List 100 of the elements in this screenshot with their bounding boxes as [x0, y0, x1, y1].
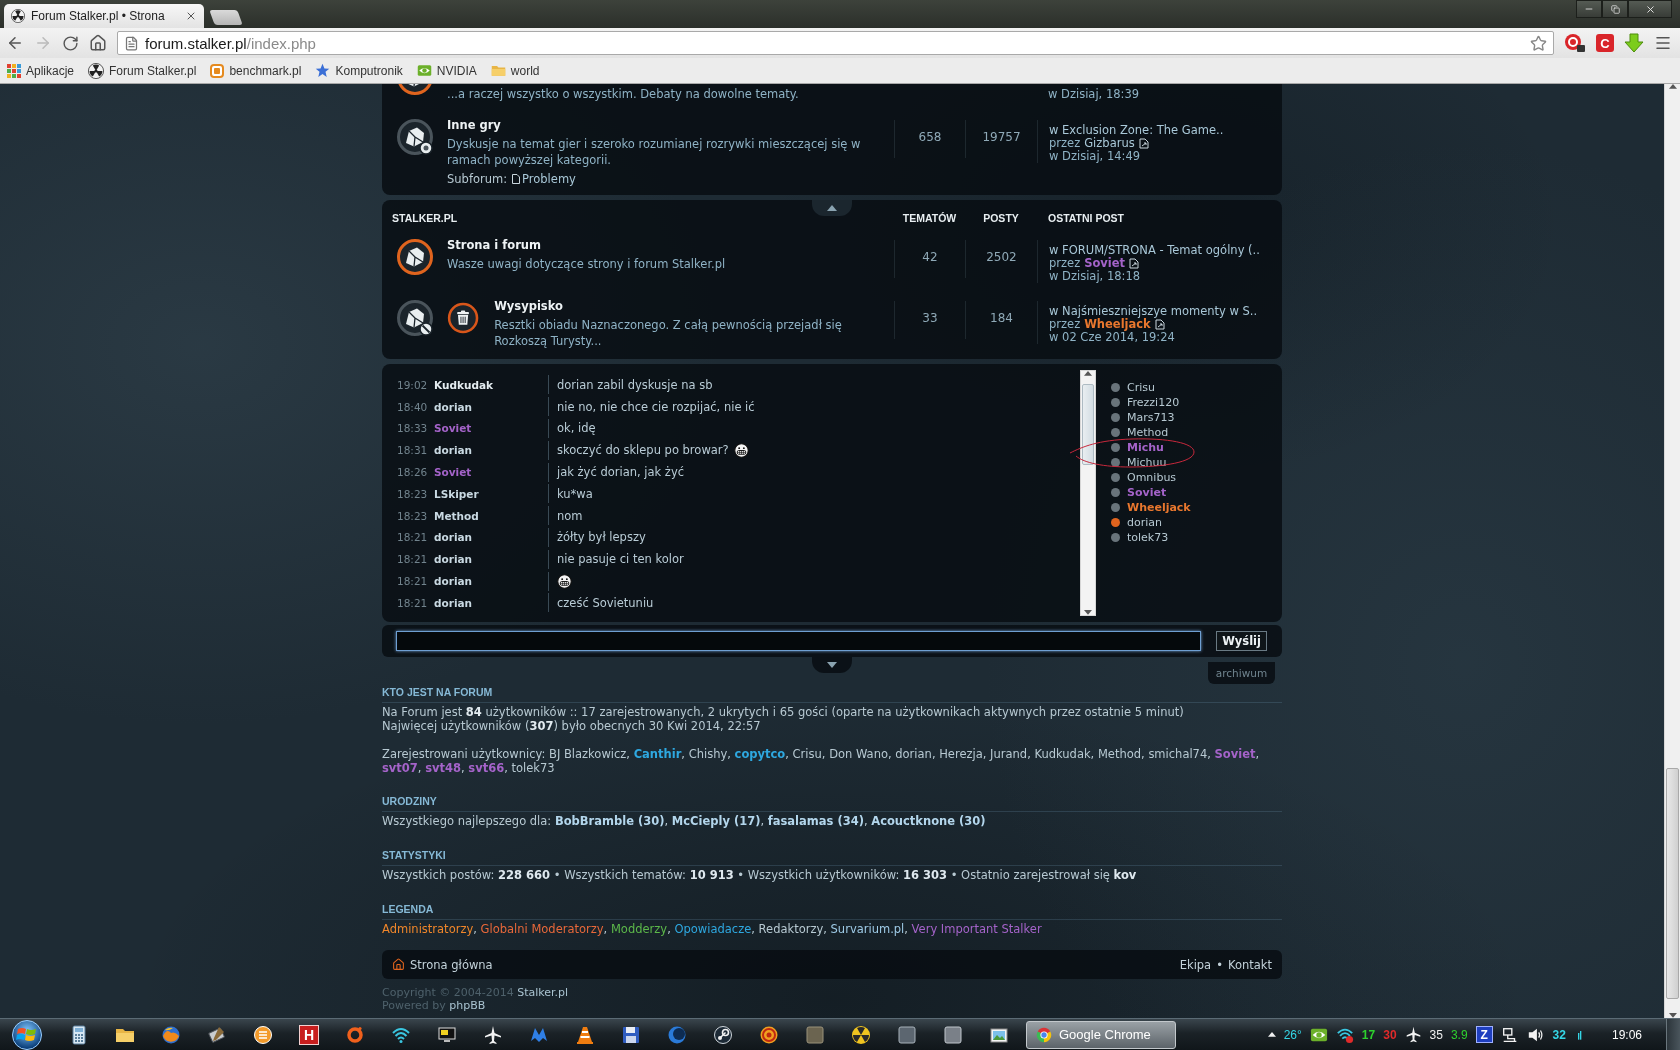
group-link[interactable]: Modderzy — [610, 922, 668, 936]
game-tile-icon[interactable] — [805, 1024, 825, 1045]
group-link[interactable]: Globalni Moderatorzy — [480, 922, 604, 936]
airplane-icon[interactable] — [1404, 1026, 1422, 1043]
extension-button[interactable]: C — [1596, 34, 1614, 52]
user-link[interactable]: svt07 — [382, 761, 418, 775]
author-link[interactable]: Gizbarus — [1084, 137, 1135, 150]
forum-title[interactable]: Inne gry — [447, 118, 501, 133]
concentric-circles-icon[interactable] — [759, 1024, 779, 1045]
message-author[interactable]: dorian — [434, 531, 473, 544]
online-user[interactable]: tolek73 — [1127, 531, 1169, 544]
linked-circles-icon[interactable] — [713, 1024, 733, 1045]
bookmark-link[interactable]: world — [490, 63, 540, 78]
message-author[interactable]: dorian — [434, 400, 473, 413]
last-post-topic[interactable]: w Najśmieszniejszye momenty w S.. — [1049, 305, 1258, 318]
bookmark-link[interactable]: benchmark.pl — [210, 63, 302, 78]
bookmark-link[interactable]: Forum Stalker.pl — [88, 62, 197, 79]
last-post-topic[interactable]: w FORUM/STRONA - Temat ogólny (.. — [1049, 244, 1260, 257]
forum-title[interactable]: Strona i forum — [447, 238, 541, 253]
message-author[interactable]: dorian — [434, 553, 473, 566]
star-icon[interactable] — [1530, 34, 1547, 52]
back-icon[interactable] — [6, 34, 24, 52]
down-arrow-icon[interactable] — [1624, 33, 1644, 53]
monitor-icon[interactable] — [437, 1024, 457, 1045]
show-desktop-button[interactable] — [1666, 1019, 1680, 1050]
home-link[interactable]: Strona główna — [392, 957, 493, 972]
ring-icon[interactable] — [345, 1024, 365, 1045]
site-link[interactable]: Stalker.pl — [517, 986, 569, 999]
forum-title[interactable]: Wysypisko — [494, 299, 563, 314]
globe-icon[interactable] — [161, 1024, 181, 1045]
online-user[interactable]: Wheeljack — [1127, 501, 1191, 514]
user-link[interactable]: Herezja — [939, 747, 983, 761]
page-arrow-icon[interactable] — [1129, 258, 1140, 269]
user-link[interactable]: Method — [1097, 747, 1142, 761]
group-link[interactable]: Redaktorzy — [758, 922, 824, 936]
close-icon[interactable] — [185, 10, 197, 22]
last-post-topic[interactable]: w Exclusion Zone: The Game.. — [1049, 124, 1224, 137]
user-link[interactable]: tolek73 — [511, 761, 555, 775]
subforum-link[interactable]: Problemy — [512, 171, 576, 187]
crescent-icon[interactable] — [667, 1024, 687, 1045]
restore-button[interactable] — [1602, 0, 1628, 18]
online-user[interactable]: Mars713 — [1127, 411, 1175, 424]
circle-badge-icon[interactable] — [1564, 33, 1586, 53]
online-user[interactable]: dorian — [1127, 516, 1162, 529]
message-author[interactable]: Method — [434, 509, 479, 522]
taskbar-window-button[interactable]: Google Chrome — [1026, 1020, 1176, 1049]
menu-icon[interactable] — [1654, 34, 1672, 52]
message-author[interactable]: dorian — [434, 444, 473, 457]
group-link[interactable]: Very Important Stalker — [911, 922, 1042, 936]
footer-link[interactable]: Kontakt — [1227, 957, 1272, 972]
author-link[interactable]: Soviet — [1084, 257, 1126, 270]
app-tile[interactable]: Z — [1475, 1026, 1493, 1043]
address-field[interactable]: forum.stalker.pl/index.php — [117, 31, 1554, 55]
calculator-icon[interactable] — [69, 1024, 89, 1045]
app-tile[interactable]: H — [299, 1024, 319, 1045]
game-tile-icon[interactable] — [943, 1024, 963, 1045]
scrollbar-thumb[interactable] — [1666, 768, 1679, 1000]
message-author[interactable]: Soviet — [434, 466, 472, 479]
new-tab-button[interactable] — [209, 10, 243, 25]
category-title[interactable]: STALKER.PL — [392, 211, 458, 232]
minimize-button[interactable] — [1576, 0, 1602, 18]
expand-button[interactable] — [812, 657, 852, 673]
user-link[interactable]: Crisu — [792, 747, 822, 761]
page-arrow-icon[interactable] — [1154, 319, 1165, 330]
reload-icon[interactable] — [62, 34, 79, 52]
user-link[interactable]: Don Wano — [829, 747, 888, 761]
bookmark-link[interactable]: NVIDIA — [416, 63, 477, 78]
page-arrow-icon[interactable] — [1138, 138, 1149, 149]
game-tile-icon[interactable] — [897, 1024, 917, 1045]
scrollbar-thumb[interactable] — [1082, 383, 1094, 465]
online-user[interactable]: Method — [1127, 426, 1169, 439]
user-link[interactable]: Kudkudak — [1034, 747, 1091, 761]
chat-input[interactable] — [396, 631, 1202, 651]
home-icon[interactable] — [89, 34, 107, 52]
message-author[interactable]: dorian — [434, 575, 473, 588]
radiation-icon[interactable] — [851, 1024, 871, 1045]
footer-link[interactable]: Ekipa — [1179, 957, 1212, 972]
chat-scrollbar[interactable] — [1080, 370, 1096, 616]
online-user[interactable]: Michu — [1127, 441, 1164, 454]
message-author[interactable]: Kudkudak — [434, 378, 493, 391]
bookmark-link[interactable]: Aplikacje — [7, 63, 75, 78]
user-link[interactable]: dorian — [895, 747, 932, 761]
online-user[interactable]: Frezzi120 — [1127, 396, 1180, 409]
group-link[interactable]: Survarium.pl — [830, 922, 905, 936]
browser-tab[interactable]: Forum Stalker.pl • Strona — [4, 4, 204, 28]
online-user[interactable]: Omnibus — [1127, 471, 1177, 484]
network-icon[interactable] — [1500, 1025, 1519, 1044]
collapse-button[interactable] — [812, 200, 852, 216]
archive-tab[interactable]: archiwum — [1208, 662, 1275, 684]
bookmark-link[interactable]: Komputronik — [315, 63, 403, 78]
author-link[interactable]: Wheeljack — [1084, 318, 1151, 331]
message-author[interactable]: dorian — [434, 596, 473, 609]
list-circle-icon[interactable] — [253, 1024, 273, 1045]
user-link[interactable]: Chishy — [688, 747, 728, 761]
traffic-cone-icon[interactable] — [575, 1024, 595, 1045]
phpbb-link[interactable]: phpBB — [449, 999, 486, 1012]
send-button[interactable]: Wyślij — [1216, 631, 1267, 651]
online-user[interactable]: Michuu — [1127, 456, 1167, 469]
message-author[interactable]: LSkiper — [434, 487, 479, 500]
user-link[interactable]: svt48 — [425, 761, 461, 775]
